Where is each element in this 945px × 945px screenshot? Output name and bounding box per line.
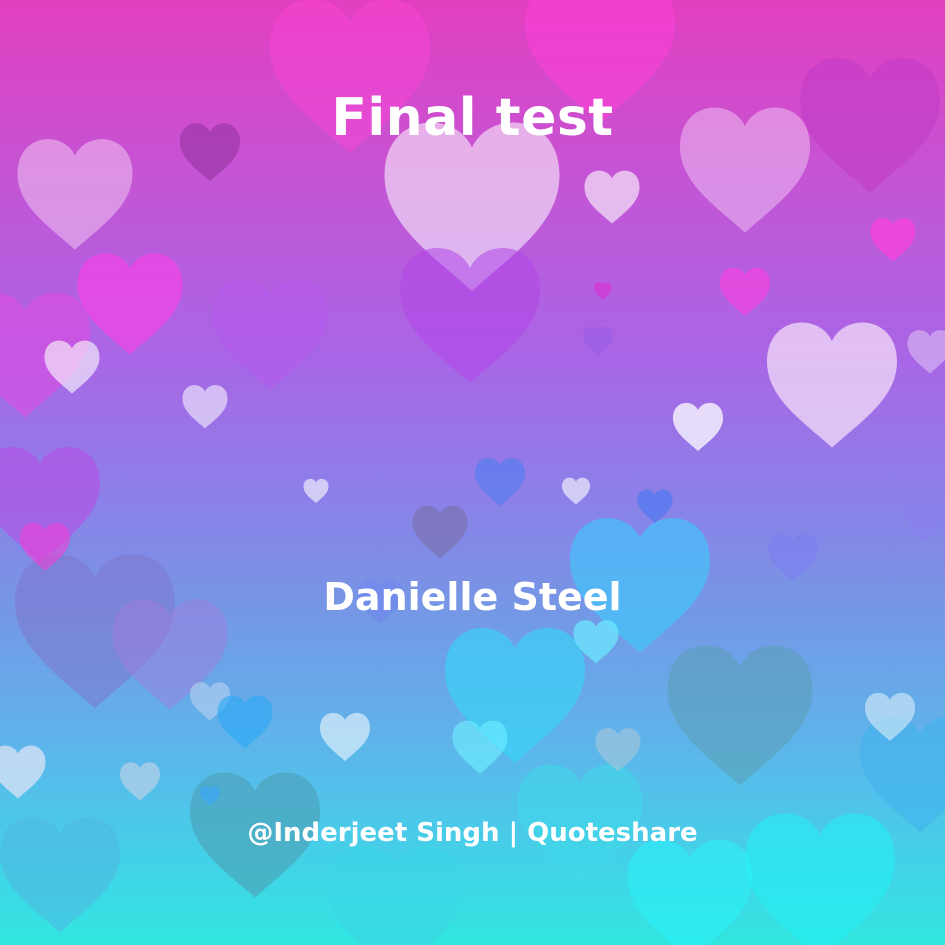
heart-icon (667, 645, 813, 786)
heart-icon (412, 505, 468, 559)
heart-icon (583, 326, 613, 356)
heart-icon (637, 489, 673, 524)
heart-icon (905, 502, 945, 541)
heart-icon (768, 532, 818, 581)
heart-icon (595, 728, 641, 772)
heart-icon (182, 385, 228, 429)
quote-title: Final test (331, 88, 614, 148)
heart-icon (673, 402, 723, 451)
credit-line: @Inderjeet Singh | Quoteshare (247, 818, 698, 848)
heart-icon (452, 720, 508, 774)
heart-icon (320, 712, 370, 761)
heart-icon (860, 716, 945, 833)
heart-icon (627, 839, 753, 945)
heart-icon (907, 330, 945, 374)
quote-card: Final test Danielle Steel @Inderjeet Sin… (0, 0, 945, 945)
heart-icon (870, 218, 916, 262)
heart-icon (562, 477, 590, 505)
heart-icon (594, 282, 612, 300)
heart-icon (217, 695, 273, 749)
heart-icon (120, 762, 160, 801)
quote-author: Danielle Steel (323, 575, 622, 619)
heart-icon (17, 139, 133, 250)
heart-icon (327, 845, 463, 945)
heart-icon (303, 478, 329, 503)
heart-icon (584, 170, 640, 224)
heart-icon (475, 457, 525, 506)
heart-icon (400, 248, 540, 383)
heart-icon (720, 267, 770, 316)
heart-icon (212, 279, 328, 390)
heart-icon (767, 322, 897, 448)
heart-icon (77, 253, 183, 355)
heart-icon (0, 745, 46, 799)
